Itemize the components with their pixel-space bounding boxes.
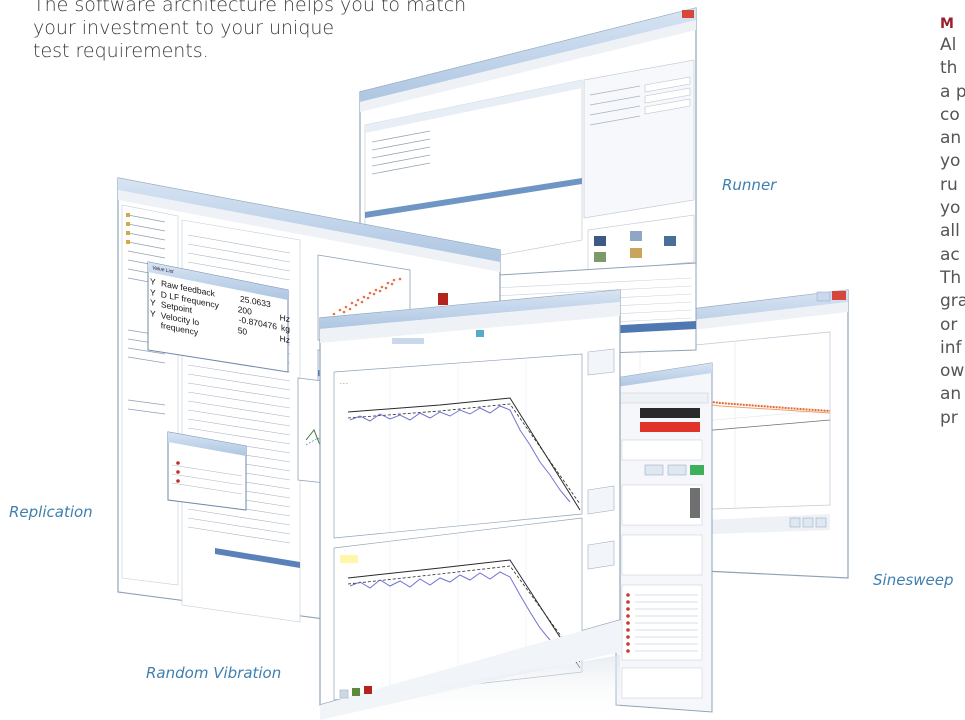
caption-random-vibration: Random Vibration [146, 664, 282, 682]
random-vibration-window: - - - [319, 289, 621, 720]
stop-button[interactable] [364, 686, 372, 694]
value-channel: Y [150, 307, 156, 319]
replication-trend-panel [167, 431, 247, 511]
caption-sinesweep: Sinesweep [873, 571, 954, 589]
svg-text:- - -: - - - [340, 381, 348, 387]
software-screenshot-collage: Value List - - - [117, 7, 849, 720]
caption-runner: Runner [722, 176, 777, 194]
stop-indicator [640, 422, 700, 432]
window-close-icon[interactable] [682, 10, 694, 18]
sinesweep-control-panel [615, 362, 713, 713]
stop-button[interactable] [438, 293, 448, 305]
window-close-icon[interactable] [832, 291, 846, 300]
caption-replication: Replication [9, 503, 93, 521]
value-unit: Hz [279, 332, 290, 345]
window-maximize-icon[interactable] [816, 291, 831, 302]
